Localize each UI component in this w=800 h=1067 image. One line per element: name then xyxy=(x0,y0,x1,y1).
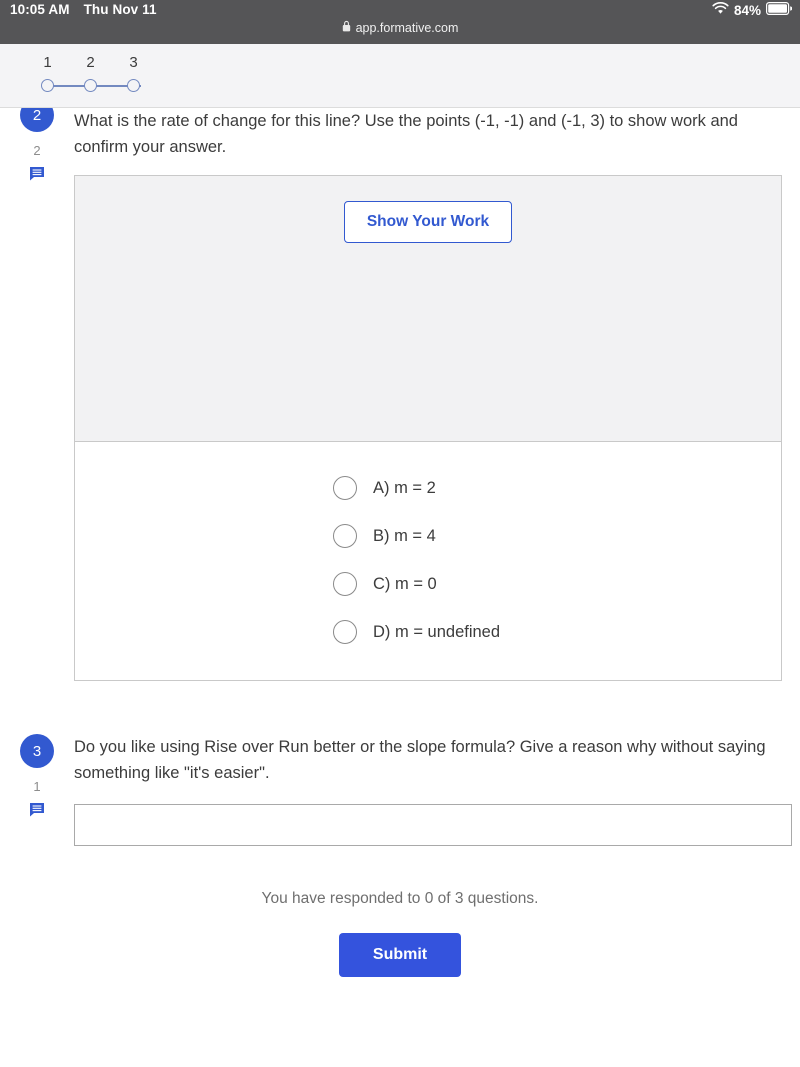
assignment-content: 2 2 What is the rate of change for this … xyxy=(0,98,800,977)
question-body-3: Do you like using Rise over Run better o… xyxy=(74,734,800,846)
radio-button-a[interactable] xyxy=(333,476,357,500)
wifi-icon xyxy=(712,2,729,18)
show-your-work-button[interactable]: Show Your Work xyxy=(343,201,513,243)
answer-option-label-d: D) m = undefined xyxy=(373,622,501,641)
question-body-2: What is the rate of change for this line… xyxy=(74,98,800,681)
status-bar-left: 10:05 AM Thu Nov 11 xyxy=(10,2,157,17)
comment-icon[interactable] xyxy=(29,166,45,187)
question-block-2: 2 2 What is the rate of change for this … xyxy=(0,98,800,681)
status-date: Thu Nov 11 xyxy=(83,2,157,17)
answer-option-d[interactable]: D) m = undefined xyxy=(75,608,781,656)
question-block-3: 3 1 Do you like using Rise over Run bett… xyxy=(0,734,800,846)
question-card-2: Show Your Work A) m = 2 B) m = 4 C) m = … xyxy=(74,175,782,681)
comment-icon[interactable] xyxy=(29,802,45,823)
ipad-status-bar: 10:05 AM Thu Nov 11 84% app.formative.co… xyxy=(0,0,800,44)
answer-option-a[interactable]: A) m = 2 xyxy=(75,464,781,512)
question-gutter-3: 3 1 xyxy=(0,734,74,846)
step-dot-2[interactable] xyxy=(84,79,97,92)
step-dot-3[interactable] xyxy=(127,79,140,92)
address-bar[interactable]: app.formative.com xyxy=(0,20,800,35)
answer-options-list: A) m = 2 B) m = 4 C) m = 0 D) m = undefi… xyxy=(75,442,781,680)
question-gutter-2: 2 2 xyxy=(0,98,74,681)
answer-option-label-c: C) m = 0 xyxy=(373,574,437,593)
question-text-3: Do you like using Rise over Run better o… xyxy=(74,738,766,782)
answer-option-b[interactable]: B) m = 4 xyxy=(75,512,781,560)
short-answer-input[interactable] xyxy=(74,804,792,846)
question-points-2: 2 xyxy=(33,143,41,158)
submit-button[interactable]: Submit xyxy=(338,932,462,977)
step-label-2: 2 xyxy=(86,54,95,71)
answer-option-label-a: A) m = 2 xyxy=(373,478,436,497)
step-label-3: 3 xyxy=(129,54,138,71)
battery-percent-label: 84% xyxy=(733,2,761,18)
radio-button-d[interactable] xyxy=(333,620,357,644)
status-time: 10:05 AM xyxy=(10,2,70,17)
submission-footer: You have responded to 0 of 3 questions. … xyxy=(0,891,800,977)
question-points-3: 1 xyxy=(33,779,41,794)
radio-button-b[interactable] xyxy=(333,524,357,548)
answer-option-c[interactable]: C) m = 0 xyxy=(75,560,781,608)
question-number-badge-3: 3 xyxy=(20,734,54,768)
answer-option-label-b: B) m = 4 xyxy=(373,526,436,545)
step-label-1: 1 xyxy=(43,54,52,71)
step-dot-1[interactable] xyxy=(41,79,54,92)
battery-icon xyxy=(766,2,793,18)
status-bar-right: 84% xyxy=(712,2,793,18)
responded-status-text: You have responded to 0 of 3 questions. xyxy=(261,890,539,907)
radio-button-c[interactable] xyxy=(333,572,357,596)
step-list: 1 2 3 xyxy=(26,52,155,92)
address-bar-url: app.formative.com xyxy=(355,20,459,35)
lock-icon xyxy=(342,20,351,35)
show-work-area: Show Your Work xyxy=(75,176,781,442)
question-step-nav: 1 2 3 xyxy=(0,44,800,108)
